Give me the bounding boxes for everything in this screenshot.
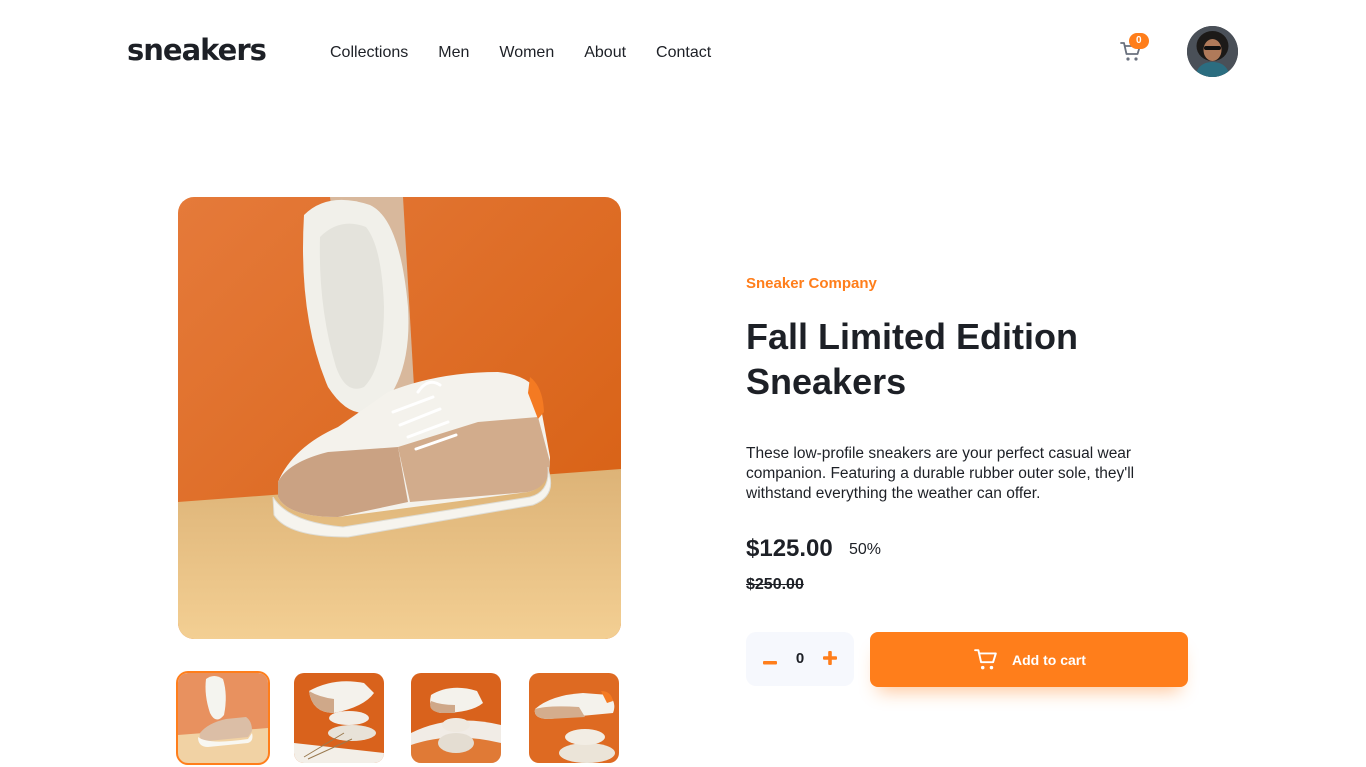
thumbnail-1[interactable] [176,671,270,765]
quantity-value: 0 [795,650,805,667]
quantity-stepper: 0 [746,632,854,686]
increase-quantity-button[interactable] [818,646,842,672]
cart-icon [974,649,997,670]
product-main-image[interactable] [178,197,621,639]
site-header: sneakers Collections Men Women About Con… [0,0,1366,106]
nav-women[interactable]: Women [499,44,554,62]
cart-button[interactable]: 0 [1118,33,1149,66]
avatar[interactable] [1187,26,1238,77]
thumbnail-3[interactable] [411,673,501,763]
avatar-icon [1187,26,1238,77]
product-title: Fall Limited Edition Sneakers [746,316,1078,402]
minus-icon [763,661,777,665]
nav-contact[interactable]: Contact [656,44,711,62]
decrease-quantity-button[interactable] [758,646,782,672]
product-price: $125.00 [746,535,833,562]
nav-about[interactable]: About [584,44,626,62]
nav-collections[interactable]: Collections [330,44,408,62]
add-to-cart-button[interactable]: Add to cart [870,632,1188,687]
logo[interactable]: sneakers [127,33,267,67]
thumbnail-2[interactable] [294,673,384,763]
discount-badge: 50% [849,541,882,558]
cart-count-badge: 0 [1129,33,1149,49]
add-to-cart-label: Add to cart [1012,652,1086,668]
thumbnail-4[interactable] [529,673,619,763]
product-description: These low-profile sneakers are your perf… [746,445,1135,502]
product-brand: Sneaker Company [746,275,877,292]
nav-men[interactable]: Men [438,44,469,62]
main-nav: Collections Men Women About Contact [330,44,711,62]
plus-icon [823,651,837,665]
original-price: $250.00 [746,576,804,593]
